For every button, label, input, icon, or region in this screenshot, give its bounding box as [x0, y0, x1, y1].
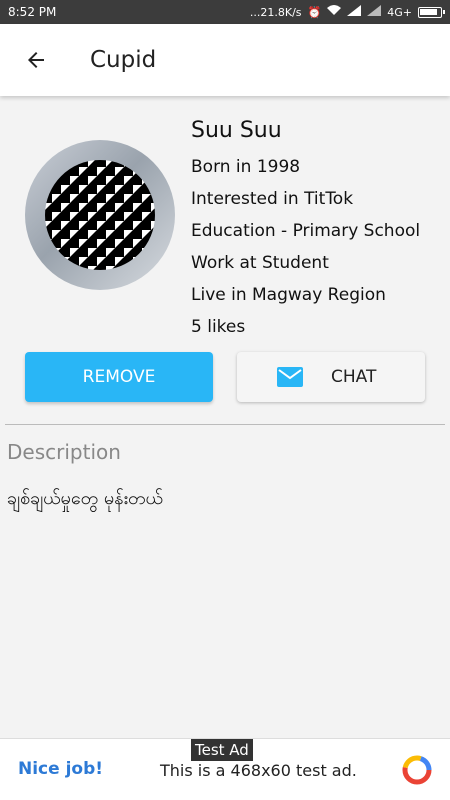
ad-tag: Test Ad: [191, 739, 253, 761]
status-indicators: ...21.8K/s ⏰ 4G+: [249, 5, 445, 19]
status-time: 8:52 PM: [8, 5, 57, 19]
profile-detail-location: Live in Magway Region: [191, 285, 386, 305]
profile-info: Suu Suu Born in 1998 Interested in TitTo…: [191, 118, 420, 343]
profile-section: Suu Suu Born in 1998 Interested in TitTo…: [0, 110, 450, 350]
arrow-left-icon: [28, 52, 44, 68]
profile-detail-interest: Interested in TitTok: [191, 189, 354, 209]
ad-banner[interactable]: Test Ad Nice job! This is a 468x60 test …: [0, 738, 450, 800]
ads-logo-icon: [402, 755, 432, 785]
houndstooth-pattern-icon: [45, 160, 155, 270]
battery-icon: [418, 6, 445, 18]
profile-detail-likes: 5 likes: [191, 317, 246, 337]
description-text: ချစ်ချယ်မှုတွေ မုန်းတယ်: [7, 488, 164, 509]
alarm-icon: ⏰: [307, 5, 322, 19]
profile-detail-work: Work at Student: [191, 253, 329, 273]
profile-name: Suu Suu: [191, 118, 282, 143]
ad-left-text: Nice job!: [18, 759, 104, 779]
ad-message: This is a 468x60 test ad.: [160, 761, 357, 780]
status-bar: 8:52 PM ...21.8K/s ⏰ 4G+: [0, 0, 450, 24]
avatar: [25, 140, 175, 290]
network-type: 4G+: [387, 5, 412, 19]
chat-button-label: CHAT: [331, 367, 377, 387]
chat-button[interactable]: CHAT: [237, 352, 425, 402]
signal-icon-secondary: [367, 5, 382, 19]
divider: [5, 424, 445, 425]
mail-icon: [277, 367, 303, 387]
profile-detail-born: Born in 1998: [191, 157, 301, 177]
wifi-icon: [327, 5, 342, 19]
app-bar: Cupid: [0, 24, 450, 96]
back-button[interactable]: [0, 24, 72, 96]
description-heading: Description: [7, 440, 121, 464]
network-speed: ...21.8K/s: [249, 5, 302, 19]
remove-button[interactable]: REMOVE: [25, 352, 213, 402]
signal-icon: [347, 5, 362, 19]
page-title: Cupid: [90, 47, 157, 73]
profile-detail-education: Education - Primary School: [191, 221, 421, 241]
